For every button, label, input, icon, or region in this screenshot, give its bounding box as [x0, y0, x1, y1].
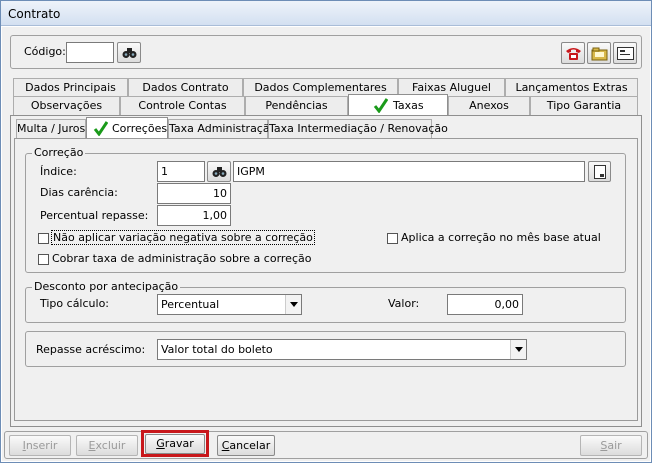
folder-icon	[591, 47, 608, 61]
codigo-input[interactable]	[66, 42, 114, 63]
title-bar: Contrato	[1, 1, 651, 26]
phone-button[interactable]	[561, 42, 585, 64]
tab-pendencias[interactable]: Pendências	[245, 96, 348, 115]
subtab-correcoes[interactable]: Correções	[86, 117, 168, 139]
gravar-button[interactable]: Gravar	[145, 434, 205, 454]
folder-button[interactable]	[587, 42, 611, 64]
nao-aplicar-negativa-checkbox[interactable]	[38, 233, 49, 244]
document-icon	[594, 165, 606, 179]
tipo-calculo-label: Tipo cálculo:	[40, 297, 110, 310]
search-indice-button[interactable]	[207, 161, 231, 182]
tab-tipo-garantia[interactable]: Tipo Garantia	[530, 96, 638, 115]
indice-code-input[interactable]: 1	[157, 161, 205, 182]
phone-icon	[566, 48, 581, 60]
indice-details-button[interactable]	[588, 161, 611, 182]
window-title: Contrato	[8, 7, 61, 21]
aplica-mes-base-checkbox[interactable]	[387, 233, 398, 244]
chevron-down-icon	[285, 295, 301, 314]
valor-label: Valor:	[388, 297, 420, 310]
nao-aplicar-negativa-label[interactable]: Não aplicar variação negativa sobre a co…	[51, 230, 315, 245]
percentual-repasse-label: Percentual repasse:	[40, 209, 149, 222]
search-codigo-button[interactable]	[117, 42, 141, 63]
card-button[interactable]	[613, 42, 637, 64]
indice-label: Índice:	[40, 165, 77, 178]
tab-taxas-label: Taxas	[393, 99, 424, 112]
tab-dados-contrato[interactable]: Dados Contrato	[128, 78, 243, 97]
correcao-legend: Correção	[32, 146, 86, 159]
sair-button[interactable]: Sair	[580, 435, 642, 456]
aplica-mes-base-label[interactable]: Aplica a correção no mês base atual	[401, 231, 601, 244]
inserir-button[interactable]: Inserir	[9, 435, 71, 456]
codigo-label: Código:	[24, 45, 66, 58]
cobrar-taxa-label[interactable]: Cobrar taxa de administração sobre a cor…	[52, 252, 311, 265]
subtab-correcoes-label: Correções	[112, 122, 168, 135]
tipo-calculo-select[interactable]: Percentual	[157, 294, 302, 315]
subtab-multa-juros[interactable]: Multa / Juros	[16, 119, 86, 138]
tab-dados-principais[interactable]: Dados Principais	[13, 78, 128, 97]
repasse-acrescimo-select[interactable]: Valor total do boleto	[157, 339, 527, 360]
cobrar-taxa-checkbox[interactable]	[38, 254, 49, 265]
valor-input[interactable]: 0,00	[447, 294, 523, 315]
dias-carencia-input[interactable]: 10	[157, 183, 231, 204]
excluir-button[interactable]: Excluir	[76, 435, 138, 456]
desconto-legend: Desconto por antecipação	[32, 280, 181, 293]
chevron-down-icon	[510, 340, 526, 359]
tab-lancamentos-extras[interactable]: Lançamentos Extras	[505, 78, 638, 97]
check-icon	[93, 121, 108, 136]
card-icon	[617, 47, 634, 60]
repasse-acrescimo-label: Repasse acréscimo:	[36, 343, 146, 356]
subtab-taxa-administracao[interactable]: Taxa Administração	[168, 119, 276, 138]
subtab-taxa-intermediacao[interactable]: Taxa Intermediação / Renovação	[268, 119, 448, 138]
binoculars-icon	[212, 167, 227, 177]
dias-carencia-label: Dias carência:	[40, 186, 118, 199]
tab-observacoes[interactable]: Observações	[13, 96, 120, 115]
indice-name-input[interactable]: IGPM	[233, 161, 585, 182]
percentual-repasse-input[interactable]: 1,00	[157, 205, 231, 226]
tab-taxas[interactable]: Taxas	[348, 94, 448, 116]
binoculars-icon	[122, 48, 137, 58]
tipo-calculo-value: Percentual	[161, 298, 220, 311]
cancelar-button[interactable]: Cancelar	[217, 435, 275, 456]
tab-anexos[interactable]: Anexos	[448, 96, 530, 115]
tab-controle-contas[interactable]: Controle Contas	[120, 96, 245, 115]
check-icon	[373, 98, 388, 113]
repasse-acrescimo-value: Valor total do boleto	[161, 343, 273, 356]
